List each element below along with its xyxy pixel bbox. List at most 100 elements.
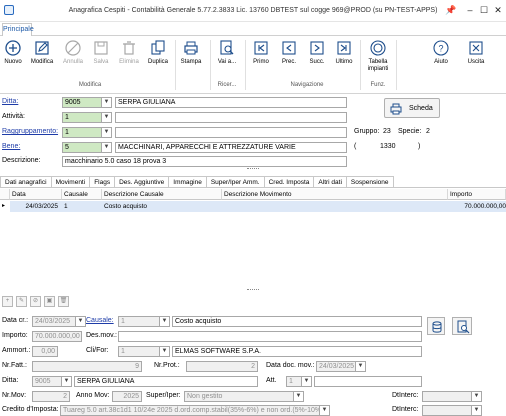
ditta-name-field[interactable]: SERPA GIULIANA	[74, 376, 258, 387]
causale-name-field[interactable]: Costo acquisto	[172, 316, 422, 327]
anno-mov-label: Anno Mov:	[76, 392, 110, 399]
succ-button[interactable]: Succ.	[306, 39, 328, 66]
bene-dropdown[interactable]: ▼	[101, 142, 112, 153]
delete-row-button[interactable]: 🗑	[58, 296, 69, 307]
table-cell[interactable]: 70.000.000,00	[448, 201, 506, 212]
search-doc-button[interactable]	[452, 317, 472, 335]
salva-button[interactable]: Salva	[90, 39, 112, 66]
ditta-dropdown[interactable]: ▼	[61, 376, 72, 387]
nr-prot-field[interactable]: 2	[186, 361, 258, 372]
modifica-button[interactable]: Modifica	[28, 39, 56, 66]
bene-label[interactable]: Bene:	[2, 143, 20, 150]
group-label-modifica: Modifica	[78, 82, 102, 88]
ditta-code-field[interactable]: 9005	[32, 376, 62, 387]
prec-button[interactable]: Prec.	[278, 39, 300, 66]
des-mov-field[interactable]	[118, 331, 422, 342]
anno-mov-field[interactable]: 2025	[112, 391, 142, 402]
nuovo-button[interactable]: Nuovo	[2, 39, 24, 66]
tabella-impianti-button[interactable]: Tabella impianti	[364, 39, 392, 73]
raggruppamento-code-field[interactable]: 1	[62, 127, 102, 138]
dtinterc2-dropdown[interactable]: ▼	[471, 405, 482, 416]
elimina-button[interactable]: Elimina	[116, 39, 142, 66]
pin-icon[interactable]: 📌	[445, 4, 457, 16]
att-dropdown[interactable]: ▼	[301, 376, 312, 387]
scheda-button[interactable]: Scheda	[384, 98, 440, 118]
printer-icon	[390, 103, 402, 115]
paren-close: )	[418, 143, 421, 150]
column-header[interactable]: Data	[10, 189, 62, 200]
data-doc-field[interactable]: 24/03/2025	[316, 361, 356, 372]
add-row-button[interactable]: +	[2, 296, 13, 307]
stampa-button[interactable]: Stampa	[178, 39, 204, 66]
causale-dropdown[interactable]: ▼	[159, 316, 170, 327]
nr-mov-field[interactable]: 2	[32, 391, 70, 402]
bene-name-field[interactable]: MACCHINARI, APPARECCHI E ATTREZZATURE VA…	[115, 142, 347, 153]
column-header[interactable]: Descrizione Causale	[102, 189, 222, 200]
attivita-dropdown[interactable]: ▼	[101, 112, 112, 123]
primo-button[interactable]: Primo	[250, 39, 272, 66]
table-cell[interactable]: 24/03/2025	[10, 201, 62, 212]
table-cell[interactable]	[222, 201, 448, 212]
raggruppamento-label[interactable]: Raggruppamento:	[2, 128, 58, 135]
descrizione-field[interactable]: macchinario 5.0 caso 18 prova 3	[62, 156, 347, 167]
raggruppamento-dropdown[interactable]: ▼	[101, 127, 112, 138]
att-name-field[interactable]	[314, 376, 422, 387]
data-cr-dropdown[interactable]: ▼	[75, 316, 86, 327]
super-iper-dropdown[interactable]: ▼	[293, 391, 304, 402]
importo-field[interactable]: 70.000.000,00	[32, 331, 82, 342]
annulla-button[interactable]: Annulla	[60, 39, 86, 66]
nr-fatt-field[interactable]: 9	[32, 361, 142, 372]
ditta-code-field[interactable]: 9005	[62, 97, 102, 108]
data-cr-field[interactable]: 24/03/2025	[32, 316, 76, 327]
table-cell[interactable]: 1	[62, 201, 102, 212]
super-iper-field[interactable]: Non gestito	[184, 391, 294, 402]
credito-field[interactable]: Tuareg 5.0 art.38c1d1 10/24e 2025 d.ord.…	[60, 405, 320, 416]
specie-label: Specie:	[398, 128, 422, 135]
aiuto-button[interactable]: ? Aiuto	[430, 39, 452, 66]
close-button[interactable]: ✕	[492, 4, 504, 16]
dtinterc-field[interactable]	[422, 391, 472, 402]
clifor-name-field[interactable]: ELMAS SOFTWARE S.P.A.	[172, 346, 422, 357]
duplica-button[interactable]: Duplica	[146, 39, 170, 66]
causale-code-field[interactable]: 1	[118, 316, 160, 327]
ribbon-separator	[396, 40, 397, 90]
splitter-handle[interactable]	[247, 168, 259, 171]
svg-text:?: ?	[438, 44, 443, 54]
ammort-label: Ammort.:	[2, 347, 31, 354]
table-cell[interactable]: Costo acquisto	[102, 201, 222, 212]
splitter-handle[interactable]	[247, 289, 259, 292]
column-header[interactable]: Descrizione Movimento	[222, 189, 448, 200]
ditta-label[interactable]: Ditta:	[2, 98, 18, 105]
clifor-dropdown[interactable]: ▼	[159, 346, 170, 357]
credito-dropdown[interactable]: ▼	[319, 405, 330, 416]
ditta-dropdown[interactable]: ▼	[101, 97, 112, 108]
raggruppamento-name-field[interactable]	[115, 127, 347, 138]
column-header[interactable]: Importo	[448, 189, 506, 200]
ammort-field[interactable]: 0,00	[32, 346, 58, 357]
ultimo-button[interactable]: Ultimo	[332, 39, 356, 66]
minimize-button[interactable]: –	[464, 4, 476, 16]
cancel-row-button[interactable]: ⊘	[30, 296, 41, 307]
causale-label[interactable]: Causale:	[86, 317, 114, 324]
dtinterc2-field[interactable]	[422, 405, 472, 416]
db-button[interactable]	[427, 317, 445, 335]
clifor-code-field[interactable]: 1	[118, 346, 160, 357]
descrizione-label: Descrizione:	[2, 157, 41, 164]
database-icon	[432, 321, 442, 333]
edit-row-button[interactable]: ✎	[16, 296, 27, 307]
att-field[interactable]: 1	[286, 376, 302, 387]
ditta-name-field[interactable]: SERPA GIULIANA	[115, 97, 347, 108]
uscita-button[interactable]: Uscita	[464, 39, 488, 66]
tab-principale[interactable]: Principale	[2, 23, 34, 36]
attivita-name-field[interactable]	[115, 112, 347, 123]
data-doc-dropdown[interactable]: ▼	[355, 361, 366, 372]
first-icon	[254, 41, 268, 55]
printer-icon	[184, 41, 198, 55]
maximize-button[interactable]: ☐	[478, 4, 490, 16]
bene-code-field[interactable]: 5	[62, 142, 102, 153]
column-header[interactable]: Causale	[62, 189, 102, 200]
vai-a-button[interactable]: Vai a...	[214, 39, 240, 66]
attivita-code-field[interactable]: 1	[62, 112, 102, 123]
save-row-button[interactable]: ▣	[44, 296, 55, 307]
dtinterc-dropdown[interactable]: ▼	[471, 391, 482, 402]
